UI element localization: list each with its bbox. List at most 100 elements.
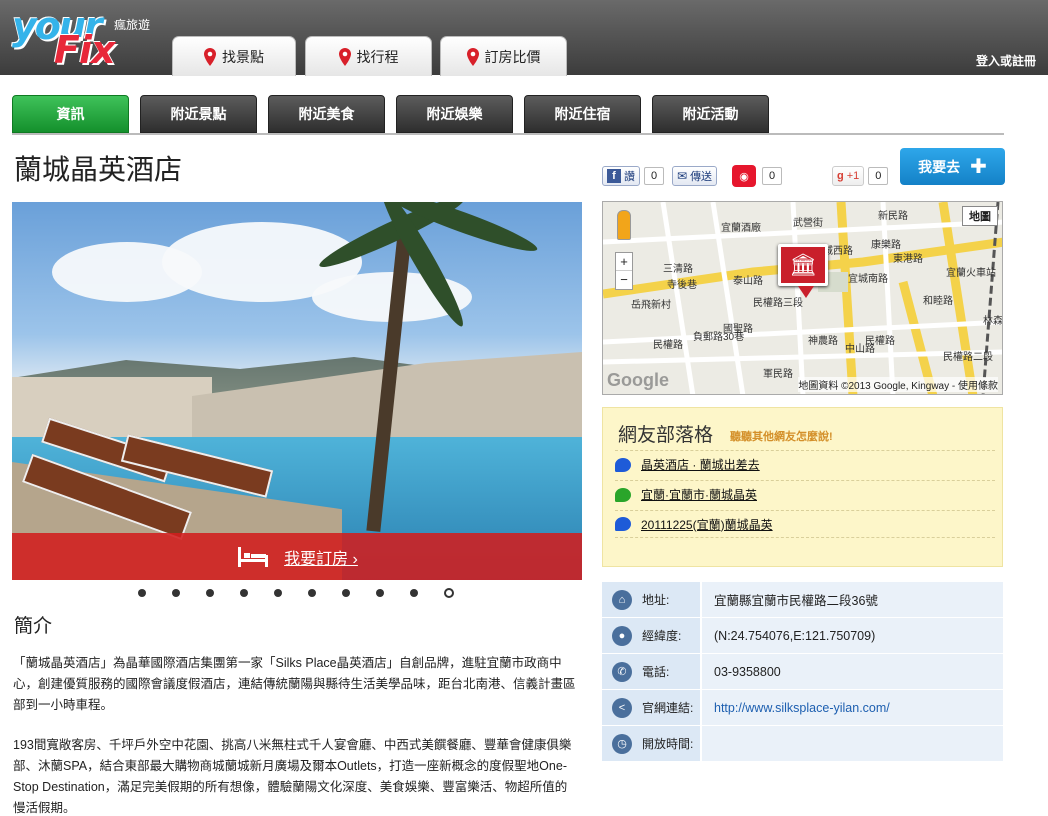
bed-icon <box>238 546 269 567</box>
info-value: (N:24.754076,E:121.750709) <box>702 618 1003 653</box>
info-key-cell: ✆ 電話: <box>602 654 702 689</box>
carousel-dot[interactable] <box>138 589 146 597</box>
info-key: 開放時間: <box>642 737 694 751</box>
info-value: 03-9358800 <box>702 654 1003 689</box>
map-street-label: 神農路 <box>808 336 838 347</box>
facebook-like-button[interactable]: f 讚 <box>602 166 640 186</box>
map-street-label: 武營街 <box>793 218 823 229</box>
tab-divider <box>12 133 1004 135</box>
gplus-button[interactable]: g +1 <box>832 166 865 186</box>
logo-tagline: 瘋旅遊 <box>114 18 151 32</box>
gplus-count: 0 <box>868 167 889 185</box>
go-there-button[interactable]: 我要去 ✚ <box>900 148 1005 185</box>
facebook-send-label: 傳送 <box>690 171 713 183</box>
carousel-dots <box>138 588 454 598</box>
facebook-icon: f <box>607 169 621 183</box>
website-link[interactable]: http://www.silksplace-yilan.com/ <box>702 690 1003 725</box>
go-there-label: 我要去 <box>918 158 961 175</box>
weibo-share[interactable]: ◉ 0 <box>732 165 782 187</box>
blog-item[interactable]: 宜蘭·宜蘭市·蘭城晶英 <box>615 480 995 508</box>
info-key-cell: ● 經緯度: <box>602 618 702 653</box>
tab-nearby-entertainment[interactable]: 附近娛樂 <box>396 95 513 133</box>
plus-icon: ✚ <box>970 155 987 178</box>
map-street-label: 林森路 <box>983 316 1003 327</box>
map-pin-icon <box>466 47 479 66</box>
map-street-label: 宜城南路 <box>848 274 888 285</box>
map-street-label: 和睦路 <box>923 296 953 307</box>
nav-find-spots-label: 找景點 <box>222 48 264 65</box>
info-value <box>702 726 1003 761</box>
zoom-in-button[interactable]: + <box>616 253 632 271</box>
facebook-like-label: 讚 <box>624 171 635 183</box>
carousel-dot[interactable] <box>274 589 282 597</box>
info-value: 宜蘭縣宜蘭市民權路二段36號 <box>702 582 1003 617</box>
nav-hotel-compare[interactable]: 訂房比價 <box>440 36 567 76</box>
tab-info[interactable]: 資訊 <box>12 95 129 133</box>
facebook-like-count: 0 <box>644 167 664 185</box>
map-pin-icon <box>204 47 216 66</box>
map-street-label: 新民路 <box>878 211 908 222</box>
hotel-map-marker[interactable]: 🏛 <box>778 244 828 286</box>
zoom-out-button[interactable]: − <box>616 271 632 289</box>
carousel-dot[interactable] <box>240 589 248 597</box>
info-key: 電話: <box>642 665 670 679</box>
login-link[interactable]: 登入或註冊 <box>976 52 1036 69</box>
carousel-dot[interactable] <box>376 589 384 597</box>
blog-item-link[interactable]: 宜蘭·宜蘭市·蘭城晶英 <box>641 486 757 503</box>
map-street-label: 軍民路 <box>763 369 793 380</box>
weibo-icon: ◉ <box>732 165 756 187</box>
intro-heading: 簡介 <box>14 616 53 637</box>
intro-paragraph: 「蘭城晶英酒店」為晶華國際酒店集團第一家「Silks Place晶英酒店」自創品… <box>13 656 576 712</box>
carousel-dot[interactable] <box>308 589 316 597</box>
map-street-label: 民權路 <box>653 340 683 351</box>
carousel-dot[interactable] <box>410 589 418 597</box>
facebook-like[interactable]: f 讚 0 <box>602 165 664 187</box>
photo-building-left <box>12 377 212 437</box>
info-key-cell: ◷ 開放時間: <box>602 726 702 761</box>
map-street-label: 岳飛新村 <box>631 300 671 311</box>
home-icon: ⌂ <box>612 589 632 610</box>
map-credit[interactable]: 地圖資料 ©2013 Google, Kingway - 使用條款 <box>798 377 998 392</box>
facebook-send[interactable]: ✉ 傳送 <box>672 165 718 187</box>
intro-paragraph: 193間寬敞客房、千坪戶外空中花園、挑高八米無柱式千人宴會廳、中西式美饌餐廳、豐… <box>13 738 572 815</box>
hotel-photo[interactable] <box>12 202 582 580</box>
info-table: ⌂ 地址: 宜蘭縣宜蘭市民權路二段36號 ● 經緯度: (N:24.754076… <box>602 582 1003 762</box>
map-street-label: 宜蘭火車站 <box>946 268 996 279</box>
blog-item[interactable]: 晶英酒店 · 蘭城出差去 <box>615 450 995 478</box>
tab-nearby-food[interactable]: 附近美食 <box>268 95 385 133</box>
blog-item-link[interactable]: 晶英酒店 · 蘭城出差去 <box>641 456 760 473</box>
site-logo[interactable]: your Fix 瘋旅遊 <box>12 4 162 72</box>
info-key: 經緯度: <box>642 629 682 643</box>
map-type-button[interactable]: 地圖 <box>962 206 998 226</box>
pegman-icon[interactable] <box>617 210 631 240</box>
tab-nearby-spots[interactable]: 附近景點 <box>140 95 257 133</box>
map-marker-tail <box>798 286 814 298</box>
tab-nearby-lodging[interactable]: 附近住宿 <box>524 95 641 133</box>
map-street-label: 民權路二段 <box>943 352 993 363</box>
share-icon: < <box>612 697 632 718</box>
logo-text-fix: Fix <box>54 28 115 72</box>
blog-item-link[interactable]: 20111225(宜蘭)蘭城晶英 <box>641 516 773 533</box>
carousel-dot[interactable] <box>172 589 180 597</box>
zoom-control: + − <box>615 252 633 290</box>
nav-find-trips[interactable]: 找行程 <box>305 36 432 76</box>
map-street-label: 東港路 <box>893 254 923 265</box>
carousel-dot[interactable] <box>206 589 214 597</box>
page-title: 蘭城晶英酒店 <box>14 154 183 185</box>
map-street-label: 泰山路 <box>733 276 763 287</box>
map-street-label: 國聖路 <box>723 324 753 335</box>
map-street-label: 康樂路 <box>871 240 901 251</box>
gplus-share[interactable]: g +1 0 <box>832 165 889 187</box>
clock-icon: ◷ <box>612 733 632 754</box>
location-map[interactable]: 宜蘭酒廠 武營街 新民路 康樂路 東港路 宜蘭火車站 三清路 寺後巷 岳飛新村 … <box>602 201 1003 395</box>
book-room-button[interactable]: 我要訂房 › <box>12 533 582 580</box>
facebook-send-button[interactable]: ✉ 傳送 <box>672 166 718 186</box>
carousel-dot-active[interactable] <box>444 588 454 598</box>
blue-bubble-icon <box>615 457 631 472</box>
carousel-dot[interactable] <box>342 589 350 597</box>
tab-nearby-events[interactable]: 附近活動 <box>652 95 769 133</box>
info-key-cell: < 官網連結: <box>602 690 702 725</box>
blog-item[interactable]: 20111225(宜蘭)蘭城晶英 <box>615 510 995 538</box>
nav-find-spots[interactable]: 找景點 <box>172 36 296 76</box>
info-row-website: < 官網連結: http://www.silksplace-yilan.com/ <box>602 690 1003 726</box>
